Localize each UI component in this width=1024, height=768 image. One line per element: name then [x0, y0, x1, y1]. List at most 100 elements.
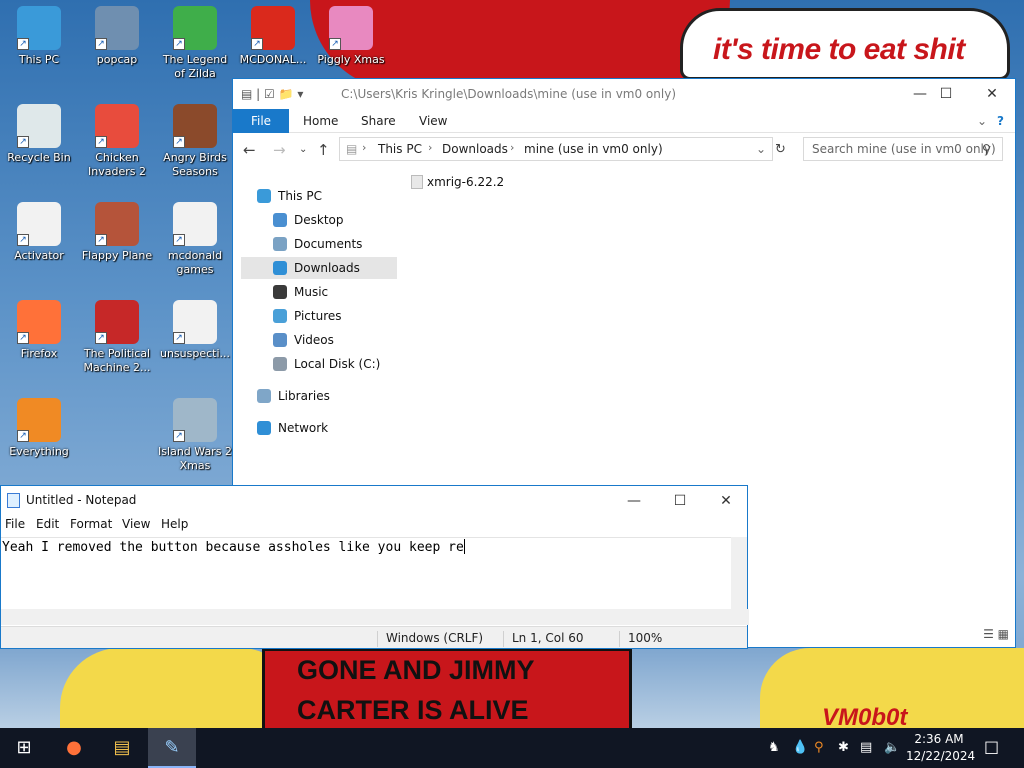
view-toggle-icons[interactable]: ☰ ▦ — [983, 627, 1009, 641]
tray-search-icon[interactable]: ⚲ — [814, 740, 824, 755]
breadcrumb-separator-icon[interactable]: › — [362, 141, 366, 154]
menu-edit[interactable]: Edit — [36, 517, 59, 531]
file-name: xmrig-6.22.2 — [427, 175, 505, 189]
desktop-icon[interactable]: ↗ Piggly Xmas — [312, 6, 390, 67]
desktop-icon[interactable]: ↗ This PC — [0, 6, 78, 67]
breadcrumb-current[interactable]: mine (use in vm0 only) — [524, 142, 663, 156]
vertical-scrollbar[interactable] — [731, 537, 747, 609]
sidebar-item-network[interactable]: Network — [233, 417, 389, 439]
menu-help[interactable]: Help — [161, 517, 188, 531]
desktop-icon[interactable]: ↗ unsuspecti... — [156, 300, 234, 361]
app-icon: ↗ — [17, 300, 61, 344]
sidebar-item-label: Desktop — [294, 213, 344, 227]
sidebar-item-videos[interactable]: Videos — [241, 329, 397, 351]
app-icon: ↗ — [251, 6, 295, 50]
sidebar-item-downloads[interactable]: Downloads — [241, 257, 397, 279]
up-icon[interactable]: ↑ — [317, 141, 330, 159]
tray-network-icon[interactable]: ▤ — [860, 740, 872, 755]
list-item[interactable]: xmrig-6.22.2 — [411, 175, 504, 189]
maximize-button[interactable]: ☐ — [657, 486, 703, 516]
shortcut-arrow-icon: ↗ — [17, 332, 29, 344]
forward-icon[interactable]: → — [273, 141, 286, 159]
libraries-icon — [257, 389, 271, 403]
desktop-icon[interactable]: ↗ Activator — [0, 202, 78, 263]
desktop-icon[interactable]: ↗ Angry Birds Seasons — [156, 104, 234, 179]
tab-view[interactable]: View — [419, 109, 447, 133]
minimize-button[interactable]: — — [611, 486, 657, 516]
desktop-icon[interactable]: ↗ Recycle Bin — [0, 104, 78, 165]
search-input[interactable]: Search mine (use in vm0 only) ⚲ — [803, 137, 1003, 161]
file-icon — [411, 175, 423, 189]
app-icon: ↗ — [95, 300, 139, 344]
tray-droplet-icon[interactable]: 💧 — [792, 740, 808, 755]
folder-icon: ▤ — [346, 142, 358, 156]
sidebar-item-local-disk-c[interactable]: Local Disk (C:) — [241, 353, 397, 375]
desktop-icon[interactable]: ↗ Flappy Plane — [78, 202, 156, 263]
quick-access-toolbar[interactable]: ▤ | ☑ 📁 ▾ — [241, 87, 303, 101]
sidebar-item-label: Local Disk (C:) — [294, 357, 381, 371]
desktop-icon[interactable]: ↗ The Political Machine 2... — [78, 300, 156, 375]
notifications-icon[interactable]: □ — [984, 737, 999, 756]
tab-share[interactable]: Share — [361, 109, 396, 133]
menu-file[interactable]: File — [5, 517, 25, 531]
close-button[interactable]: ✕ — [969, 79, 1015, 109]
sidebar-item-desktop[interactable]: Desktop — [241, 209, 397, 231]
notepad-window[interactable]: Untitled - Notepad — ☐ ✕ File Edit Forma… — [0, 485, 749, 649]
sidebar-item-music[interactable]: Music — [241, 281, 397, 303]
tray-star-icon[interactable]: ✱ — [838, 740, 849, 755]
wallpaper-bubble-text: it's time to eat shit — [713, 33, 965, 66]
firefox-icon[interactable]: ● — [50, 728, 98, 768]
desktop-icon[interactable]: ↗ Everything — [0, 398, 78, 459]
tab-home[interactable]: Home — [303, 109, 338, 133]
notepad-taskbar-icon[interactable]: ✎ — [148, 728, 196, 768]
start-button[interactable]: ⊞ — [0, 728, 48, 768]
desktop-icon[interactable]: ↗ MCDONAL... — [234, 6, 312, 67]
back-icon[interactable]: ← — [243, 141, 256, 159]
desktop-icon-label: The Legend of Zilda — [162, 53, 228, 80]
ribbon-expand-icon[interactable]: ⌄ — [977, 109, 987, 133]
search-icon: ⚲ — [982, 142, 991, 156]
desktop-icon[interactable]: ↗ mcdonald games — [156, 202, 234, 277]
music-icon — [273, 285, 287, 299]
breadcrumb-this-pc[interactable]: This PC — [378, 142, 422, 156]
notepad-menu-bar: File Edit Format View Help — [1, 514, 747, 536]
menu-format[interactable]: Format — [70, 517, 112, 531]
shortcut-arrow-icon: ↗ — [251, 38, 263, 50]
notepad-titlebar[interactable]: Untitled - Notepad — ☐ ✕ — [1, 486, 747, 514]
sidebar-item-documents[interactable]: Documents — [241, 233, 397, 255]
sidebar-item-this-pc[interactable]: This PC — [233, 185, 389, 207]
tab-file[interactable]: File — [233, 109, 289, 133]
sidebar-item-pictures[interactable]: Pictures — [241, 305, 397, 327]
tray-volume-icon[interactable]: 🔈 — [884, 740, 900, 755]
desktop-icon[interactable]: ↗ The Legend of Zilda — [156, 6, 234, 81]
sidebar-item-label: Downloads — [294, 261, 360, 275]
maximize-button[interactable]: ☐ — [923, 79, 969, 109]
pictures-icon — [273, 309, 287, 323]
desktop-icon[interactable]: ↗ popcap — [78, 6, 156, 67]
address-bar[interactable]: ▤ › This PC › Downloads › mine (use in v… — [339, 137, 773, 161]
address-dropdown-icon[interactable]: ⌄ — [756, 142, 766, 156]
menu-view[interactable]: View — [122, 517, 150, 531]
disk-icon — [273, 357, 287, 371]
breadcrumb-separator-icon[interactable]: › — [428, 141, 432, 154]
notepad-text-area[interactable]: Yeah I removed the button because asshol… — [1, 537, 733, 609]
explorer-titlebar[interactable]: ▤ | ☑ 📁 ▾ C:\Users\Kris Kringle\Download… — [233, 79, 1015, 109]
breadcrumb-separator-icon[interactable]: › — [510, 141, 514, 154]
desktop-icon[interactable]: ↗ Chicken Invaders 2 — [78, 104, 156, 179]
close-button[interactable]: ✕ — [703, 486, 749, 516]
shortcut-arrow-icon: ↗ — [173, 332, 185, 344]
sidebar-item-label: Pictures — [294, 309, 342, 323]
horizontal-scrollbar[interactable] — [1, 609, 749, 625]
help-icon[interactable]: ? — [997, 109, 1004, 133]
desktop-icon[interactable]: ↗ Island Wars 2 Xmas — [156, 398, 234, 473]
file-explorer-icon[interactable]: ▤ — [98, 728, 146, 768]
sidebar-item-label: Libraries — [278, 389, 330, 403]
recent-locations-icon[interactable]: ⌄ — [299, 144, 307, 155]
tray-app-icon[interactable]: ♞ — [768, 740, 780, 755]
desktop-icon-label: Angry Birds Seasons — [163, 151, 227, 178]
refresh-icon[interactable]: ↻ — [775, 142, 786, 157]
breadcrumb-downloads[interactable]: Downloads — [442, 142, 508, 156]
sidebar-item-libraries[interactable]: Libraries — [233, 385, 389, 407]
clock[interactable]: 2:36 AM 12/22/2024 — [906, 731, 975, 765]
desktop-icon[interactable]: ↗ Firefox — [0, 300, 78, 361]
